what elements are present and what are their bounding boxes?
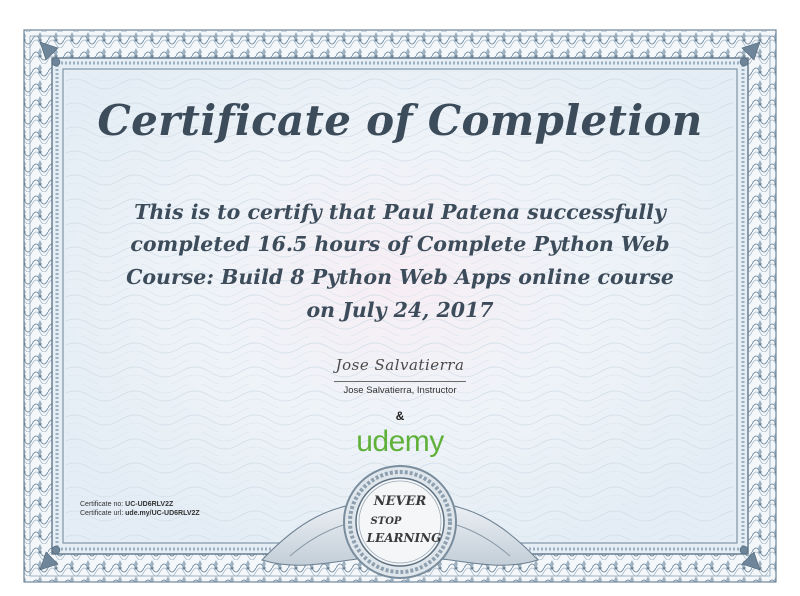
certificate-number: Certificate no: UC-UD6RLV2Z	[80, 501, 173, 508]
certificate-title: Certificate of Completion	[97, 96, 703, 145]
certificate-body-line-2: completed 16.5 hours of Complete Python …	[130, 232, 670, 256]
certificate-body-line-1: This is to certify that Paul Patena succ…	[134, 200, 666, 224]
seal-word-learning: LEARNING	[366, 531, 442, 545]
certificate-body-line-3: Course: Build 8 Python Web Apps online c…	[126, 265, 674, 289]
certificate-body-line-4: on July 24, 2017	[306, 298, 494, 322]
signature-line	[334, 381, 466, 382]
certificate-url-value: ude.my/UC-UD6RLV2Z	[125, 510, 200, 517]
seal-word-stop: STOP	[371, 516, 402, 527]
never-stop-learning-seal: NEVER STOP LEARNING	[343, 465, 457, 579]
seal-word-never: NEVER	[373, 494, 427, 509]
certificate-url-label: Certificate url:	[80, 510, 124, 517]
ampersand: &	[395, 409, 405, 423]
certificate-number-value: UC-UD6RLV2Z	[125, 501, 174, 508]
instructor-caption: Jose Salvatierra, Instructor	[343, 385, 457, 396]
certificate-number-label: Certificate no:	[80, 501, 124, 508]
instructor-signature: Jose Salvatierra	[335, 356, 465, 374]
udemy-logo: udemy	[356, 425, 444, 458]
certificate-url: Certificate url: ude.my/UC-UD6RLV2Z	[80, 510, 200, 517]
